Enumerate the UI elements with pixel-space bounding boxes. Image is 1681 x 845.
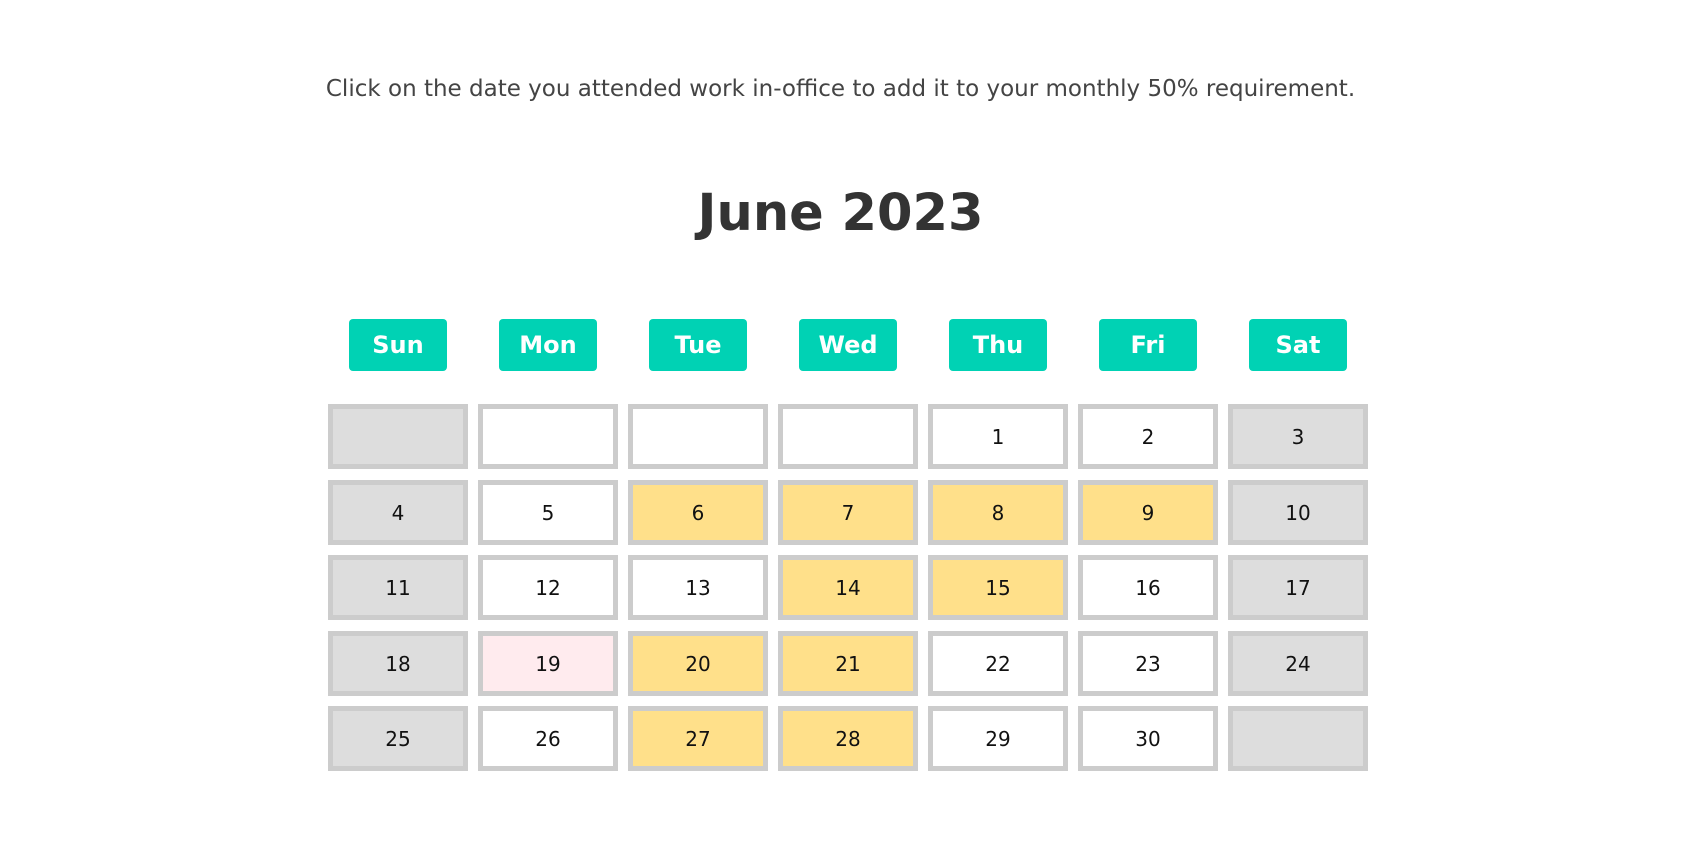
day-cell-14[interactable]: 14 bbox=[778, 555, 918, 620]
day-cell-12[interactable]: 12 bbox=[478, 555, 618, 620]
day-cell-1[interactable]: 1 bbox=[928, 404, 1068, 469]
day-cell-empty bbox=[1228, 706, 1368, 771]
day-number: 25 bbox=[385, 726, 411, 751]
day-number: 23 bbox=[1135, 651, 1161, 676]
day-number: 27 bbox=[685, 726, 711, 751]
day-number: 11 bbox=[385, 575, 411, 600]
weekday-header-row: Sun Mon Tue Wed Thu Fri Sat bbox=[328, 319, 1368, 371]
day-number: 5 bbox=[541, 500, 555, 525]
day-cell-18[interactable]: 18 bbox=[328, 631, 468, 696]
instructions-text: Click on the date you attended work in-o… bbox=[325, 76, 1356, 102]
month-title: June 2023 bbox=[697, 184, 984, 243]
weekday-tue: Tue bbox=[649, 319, 747, 371]
day-number: 18 bbox=[385, 651, 411, 676]
day-number: 4 bbox=[391, 500, 405, 525]
day-cell-empty bbox=[478, 404, 618, 469]
day-cell-26[interactable]: 26 bbox=[478, 706, 618, 771]
day-cell-17[interactable]: 17 bbox=[1228, 555, 1368, 620]
day-number: 13 bbox=[685, 575, 711, 600]
day-cell-25[interactable]: 25 bbox=[328, 706, 468, 771]
weekday-thu: Thu bbox=[949, 319, 1047, 371]
day-cell-5[interactable]: 5 bbox=[478, 480, 618, 545]
day-cell-11[interactable]: 11 bbox=[328, 555, 468, 620]
day-number: 9 bbox=[1141, 500, 1155, 525]
day-cell-2[interactable]: 2 bbox=[1078, 404, 1218, 469]
day-cell-15[interactable]: 15 bbox=[928, 555, 1068, 620]
day-number: 28 bbox=[835, 726, 861, 751]
day-number: 21 bbox=[835, 651, 861, 676]
day-number: 30 bbox=[1135, 726, 1161, 751]
day-cell-4[interactable]: 4 bbox=[328, 480, 468, 545]
day-cell-29[interactable]: 29 bbox=[928, 706, 1068, 771]
day-cell-21[interactable]: 21 bbox=[778, 631, 918, 696]
weekday-sat: Sat bbox=[1249, 319, 1347, 371]
day-number: 22 bbox=[985, 651, 1011, 676]
day-cell-20[interactable]: 20 bbox=[628, 631, 768, 696]
day-number: 14 bbox=[835, 575, 861, 600]
day-cell-empty bbox=[628, 404, 768, 469]
day-number: 10 bbox=[1285, 500, 1311, 525]
calendar-grid: 1 2 3 4 5 6 7 8 9 10 11 12 13 14 15 16 17 18 19 20 21 22 23 24 2… bbox=[328, 404, 1368, 771]
day-number: 8 bbox=[991, 500, 1005, 525]
day-number: 29 bbox=[985, 726, 1011, 751]
day-cell-6[interactable]: 6 bbox=[628, 480, 768, 545]
calendar-page: Click on the date you attended work in-o… bbox=[0, 0, 1681, 845]
day-number: 1 bbox=[991, 424, 1005, 449]
day-cell-7[interactable]: 7 bbox=[778, 480, 918, 545]
day-cell-19[interactable]: 19 bbox=[478, 631, 618, 696]
weekday-wed: Wed bbox=[799, 319, 897, 371]
day-cell-30[interactable]: 30 bbox=[1078, 706, 1218, 771]
day-number: 7 bbox=[841, 500, 855, 525]
day-cell-9[interactable]: 9 bbox=[1078, 480, 1218, 545]
day-cell-3[interactable]: 3 bbox=[1228, 404, 1368, 469]
day-cell-8[interactable]: 8 bbox=[928, 480, 1068, 545]
weekday-mon: Mon bbox=[499, 319, 597, 371]
day-number: 19 bbox=[535, 651, 561, 676]
day-cell-28[interactable]: 28 bbox=[778, 706, 918, 771]
day-number: 16 bbox=[1135, 575, 1161, 600]
day-number: 26 bbox=[535, 726, 561, 751]
day-cell-16[interactable]: 16 bbox=[1078, 555, 1218, 620]
day-cell-23[interactable]: 23 bbox=[1078, 631, 1218, 696]
day-number: 20 bbox=[685, 651, 711, 676]
weekday-fri: Fri bbox=[1099, 319, 1197, 371]
day-cell-13[interactable]: 13 bbox=[628, 555, 768, 620]
day-cell-empty bbox=[328, 404, 468, 469]
day-number: 15 bbox=[985, 575, 1011, 600]
weekday-sun: Sun bbox=[349, 319, 447, 371]
day-number: 17 bbox=[1285, 575, 1311, 600]
day-number: 3 bbox=[1291, 424, 1305, 449]
day-number: 2 bbox=[1141, 424, 1155, 449]
day-number: 12 bbox=[535, 575, 561, 600]
day-cell-24[interactable]: 24 bbox=[1228, 631, 1368, 696]
day-cell-27[interactable]: 27 bbox=[628, 706, 768, 771]
day-cell-10[interactable]: 10 bbox=[1228, 480, 1368, 545]
day-number: 6 bbox=[691, 500, 705, 525]
day-cell-22[interactable]: 22 bbox=[928, 631, 1068, 696]
day-cell-empty bbox=[778, 404, 918, 469]
day-number: 24 bbox=[1285, 651, 1311, 676]
